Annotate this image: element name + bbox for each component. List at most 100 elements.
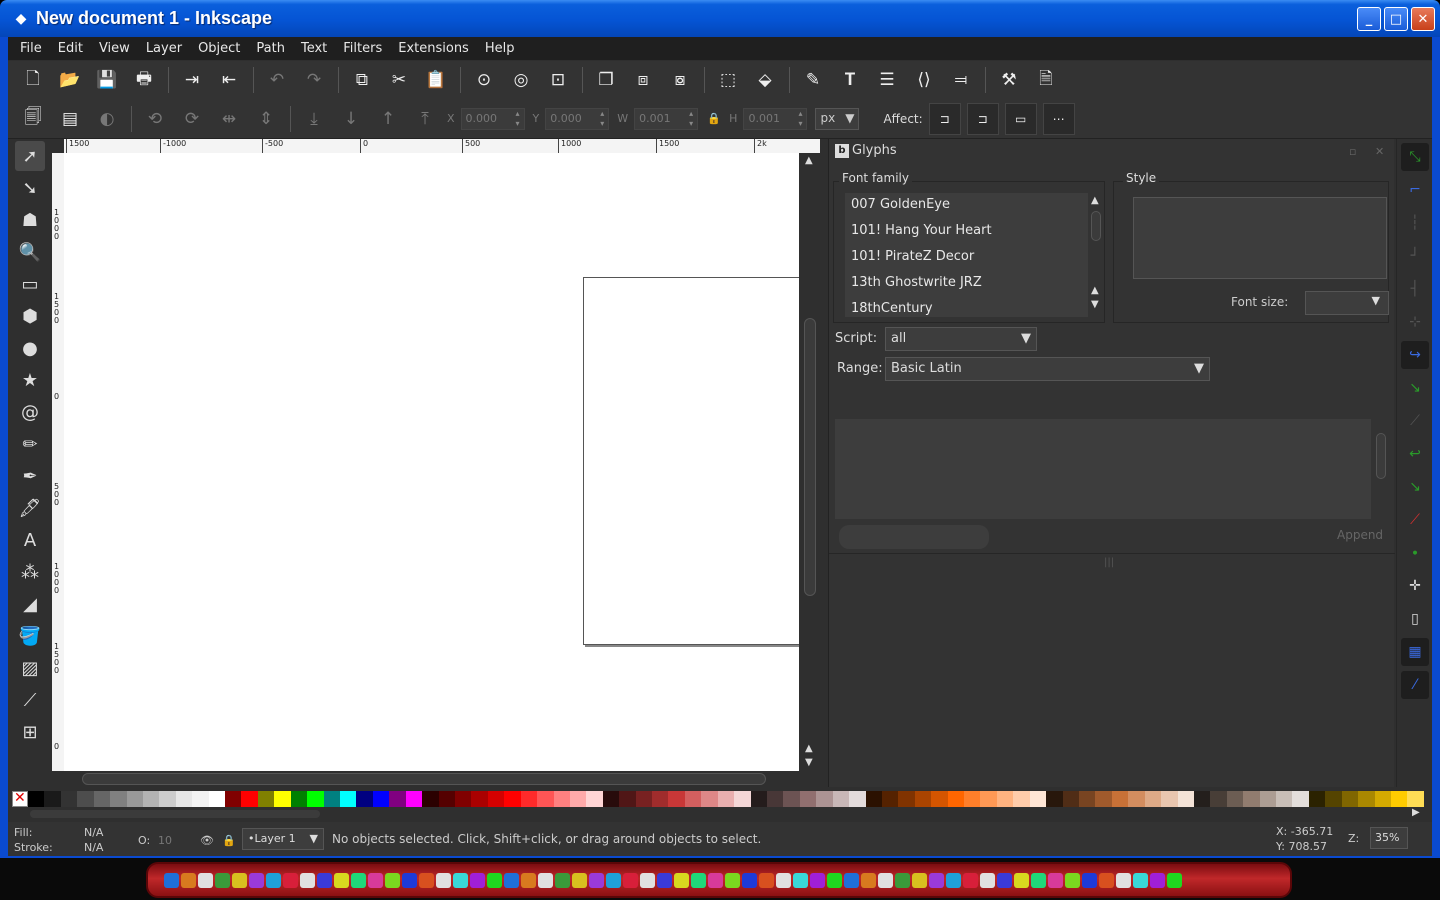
- color-swatch[interactable]: [356, 791, 373, 807]
- color-swatch[interactable]: [668, 791, 685, 807]
- taskbar-app-icon[interactable]: [844, 872, 859, 888]
- taskbar-app-icon[interactable]: [198, 872, 213, 888]
- raise-top-icon[interactable]: ⤒: [410, 104, 440, 134]
- move-gradients-toggle[interactable]: ▭: [1004, 102, 1037, 135]
- ellipse-tool-icon[interactable]: ●: [15, 333, 45, 363]
- taskbar-app-icon[interactable]: [810, 872, 825, 888]
- color-swatch[interactable]: [487, 791, 505, 807]
- taskbar-app-icon[interactable]: [589, 872, 604, 888]
- taskbar-app-icon[interactable]: [929, 872, 944, 888]
- range-dropdown[interactable]: Basic Latin ▼: [885, 357, 1210, 381]
- color-swatch[interactable]: [175, 791, 193, 807]
- scroll-up-icon[interactable]: ▲: [1091, 285, 1099, 296]
- taskbar-app-icon[interactable]: [742, 872, 757, 888]
- layers-icon[interactable]: ☰: [872, 65, 902, 95]
- y-input[interactable]: 0.000: [545, 107, 610, 130]
- taskbar-app-icon[interactable]: [997, 872, 1012, 888]
- connector-tool-icon[interactable]: ⊞: [15, 717, 45, 747]
- taskbar-app-icon[interactable]: [827, 872, 842, 888]
- color-swatch[interactable]: [569, 791, 587, 807]
- paste-icon[interactable]: 📋: [421, 65, 451, 95]
- gradient-tool-icon[interactable]: ▨: [15, 653, 45, 683]
- color-swatch[interactable]: [898, 791, 915, 807]
- calligraphy-tool-icon[interactable]: 🖋: [15, 493, 45, 523]
- taskbar-app-icon[interactable]: [878, 872, 893, 888]
- color-swatch[interactable]: [931, 791, 948, 807]
- glyph-grid[interactable]: [835, 419, 1371, 519]
- document-properties-icon[interactable]: 🗎: [1031, 65, 1061, 95]
- taskbar-app-icon[interactable]: [793, 872, 808, 888]
- zoom-page-icon[interactable]: ⊡: [543, 65, 573, 95]
- taskbar-app-icon[interactable]: [521, 872, 536, 888]
- menu-file[interactable]: File: [12, 41, 50, 56]
- rectangle-tool-icon[interactable]: ▭: [15, 269, 45, 299]
- taskbar-app-icon[interactable]: [1014, 872, 1029, 888]
- snap-bbox-center-icon[interactable]: ⊹: [1401, 308, 1429, 336]
- color-swatch[interactable]: [405, 791, 423, 807]
- 3d-box-tool-icon[interactable]: ⬢: [15, 301, 45, 331]
- taskbar-app-icon[interactable]: [725, 872, 740, 888]
- no-paint-swatch[interactable]: [12, 790, 28, 807]
- undo-icon[interactable]: ↶: [262, 65, 292, 95]
- unit-dropdown[interactable]: px ▼: [815, 107, 860, 130]
- pen-tool-icon[interactable]: ✒: [15, 461, 45, 491]
- menu-filters[interactable]: Filters: [335, 41, 390, 56]
- inkscape-app-icon[interactable]: ◆: [12, 10, 30, 28]
- taskbar-app-icon[interactable]: [1082, 872, 1097, 888]
- layer-dropdown[interactable]: •Layer 1 ▼: [242, 828, 324, 850]
- font-list-item[interactable]: 101! PirateZ Decor: [845, 245, 1088, 271]
- font-list-item[interactable]: 101! Hang Your Heart: [845, 219, 1088, 245]
- menu-extensions[interactable]: Extensions: [390, 41, 477, 56]
- font-list-item[interactable]: 13th Ghostwrite JRZ: [845, 271, 1088, 297]
- duplicate-icon[interactable]: ❐: [591, 65, 621, 95]
- taskbar-app-icon[interactable]: [963, 872, 978, 888]
- w-input[interactable]: 0.001: [634, 107, 699, 130]
- taskbar-app-icon[interactable]: [912, 872, 927, 888]
- color-swatch[interactable]: [504, 791, 521, 807]
- taskbar-app-icon[interactable]: [606, 872, 621, 888]
- select-all-icon[interactable]: 🗐: [18, 104, 48, 134]
- redo-icon[interactable]: ↷: [299, 65, 329, 95]
- color-swatch[interactable]: [537, 791, 554, 807]
- eraser-tool-icon[interactable]: ◢: [15, 589, 45, 619]
- text-font-icon[interactable]: 𝐓: [835, 65, 865, 95]
- taskbar-app-icon[interactable]: [691, 872, 706, 888]
- x-input[interactable]: 0.000: [460, 107, 525, 130]
- color-palette[interactable]: [12, 790, 1424, 807]
- raise-icon[interactable]: ↑: [373, 104, 403, 134]
- menu-text[interactable]: Text: [293, 41, 335, 56]
- color-swatch[interactable]: [1177, 791, 1194, 807]
- color-swatch[interactable]: [602, 791, 620, 807]
- snap-paths-icon[interactable]: ↘: [1401, 374, 1429, 402]
- taskbar-app-icon[interactable]: [334, 872, 349, 888]
- color-swatch[interactable]: [1046, 791, 1063, 807]
- scroll-right-icon[interactable]: ▶: [1412, 807, 1420, 818]
- taskbar-app-icon[interactable]: [861, 872, 876, 888]
- resize-grip-icon[interactable]: |||: [1104, 557, 1114, 568]
- ungroup-icon[interactable]: ⬙: [750, 65, 780, 95]
- color-swatch[interactable]: [717, 791, 735, 807]
- taskbar-app-icon[interactable]: [283, 872, 298, 888]
- snap-grid-icon[interactable]: ▦: [1401, 638, 1429, 666]
- h-input[interactable]: 0.001: [743, 107, 808, 130]
- tweak-tool-icon[interactable]: ☗: [15, 205, 45, 235]
- color-swatch[interactable]: [340, 791, 357, 807]
- select-all-layers-icon[interactable]: ▤: [55, 104, 85, 134]
- color-swatch[interactable]: [1259, 791, 1277, 807]
- snap-nodes-icon[interactable]: ↪: [1401, 341, 1429, 369]
- new-icon[interactable]: 🗋: [18, 65, 48, 95]
- color-swatch[interactable]: [947, 791, 965, 807]
- color-swatch[interactable]: [1243, 791, 1260, 807]
- save-icon[interactable]: 💾: [92, 65, 122, 95]
- taskbar-app-icon[interactable]: [759, 872, 774, 888]
- color-swatch[interactable]: [750, 791, 767, 807]
- spiral-tool-icon[interactable]: @: [15, 397, 45, 427]
- color-swatch[interactable]: [77, 791, 94, 807]
- snap-guides-icon[interactable]: ⁄: [1401, 671, 1429, 699]
- fill-value[interactable]: N/A: [84, 826, 103, 839]
- color-swatch[interactable]: [1210, 791, 1227, 807]
- minimize-button[interactable]: _: [1357, 7, 1381, 31]
- color-swatch[interactable]: [1062, 791, 1079, 807]
- snap-bbox-icon[interactable]: ⌐: [1401, 176, 1429, 204]
- color-swatch[interactable]: [865, 791, 882, 807]
